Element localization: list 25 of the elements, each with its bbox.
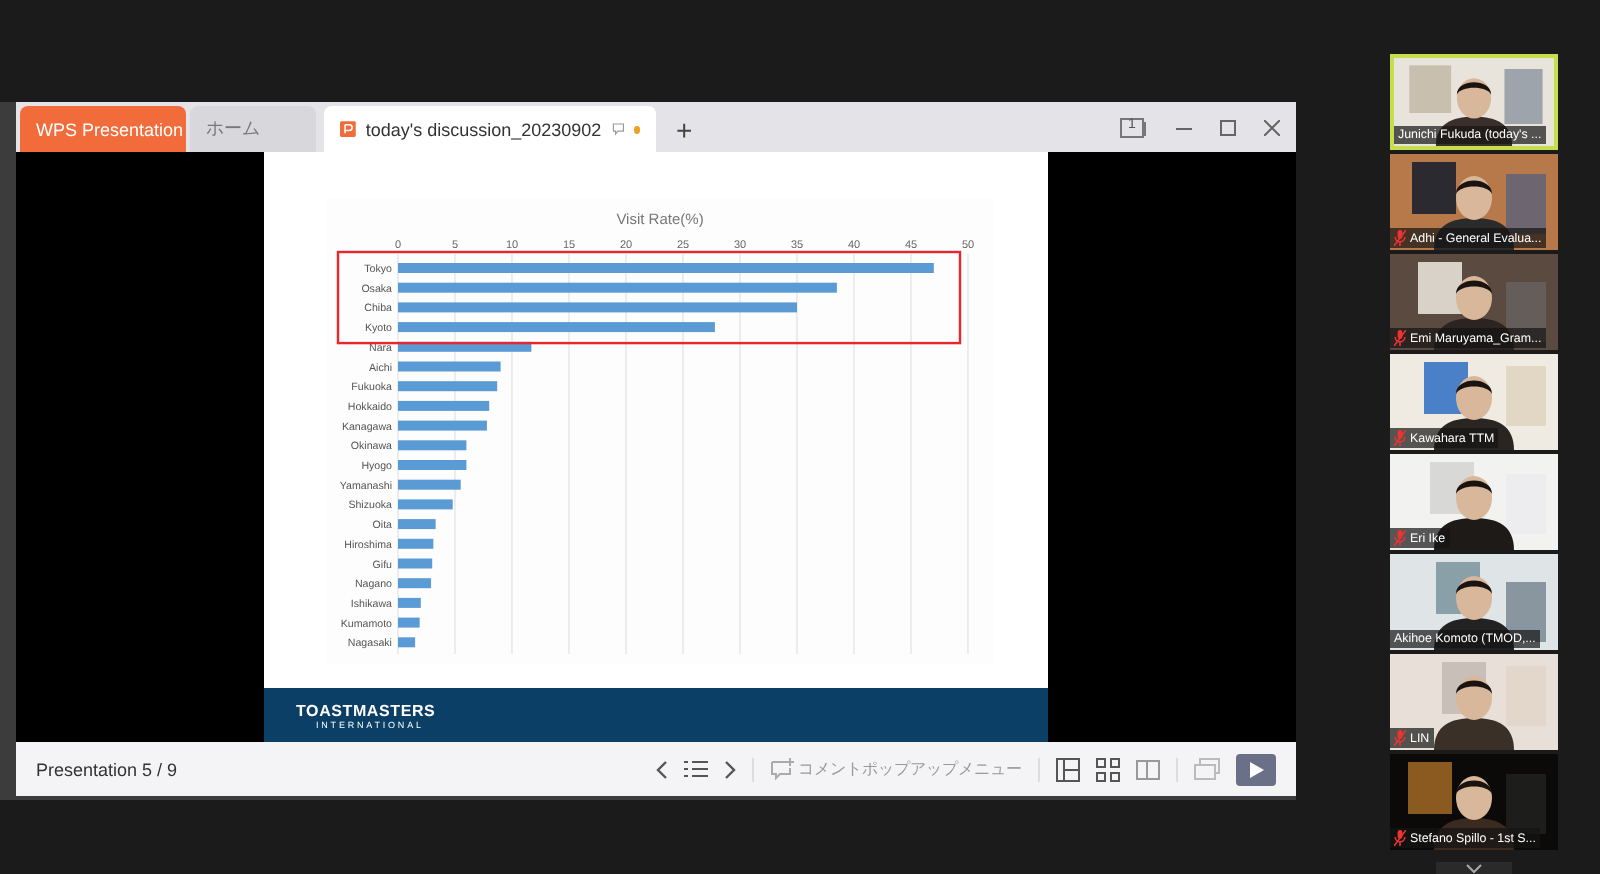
slide-file-icon	[340, 118, 356, 140]
previous-icon[interactable]	[656, 759, 668, 779]
scroll-down-button[interactable]	[1436, 862, 1512, 874]
maximize-icon[interactable]	[1220, 119, 1236, 135]
list-icon[interactable]	[684, 760, 708, 778]
close-icon[interactable]	[1264, 119, 1280, 135]
slide-counter: Presentation 5 / 9	[36, 759, 178, 779]
tab[interactable]: today's discussion_20230902	[324, 106, 656, 152]
muted-mic-icon	[1394, 430, 1406, 446]
next-icon[interactable]	[724, 759, 736, 779]
grid-view-icon[interactable]	[1096, 757, 1120, 781]
comment-icon[interactable]	[611, 120, 625, 138]
muted-mic-icon	[1394, 330, 1406, 346]
muted-mic-icon	[1394, 830, 1406, 846]
add-comment-icon	[770, 758, 794, 780]
logo-text: TOASTMASTERS	[296, 701, 436, 719]
muted-mic-icon	[1394, 730, 1406, 746]
play-icon	[1249, 761, 1263, 777]
muted-mic-icon	[1394, 230, 1406, 246]
chevron-down-icon	[1466, 863, 1482, 873]
normal-view-icon[interactable]	[1056, 757, 1080, 781]
book-icon[interactable]	[1136, 758, 1160, 780]
play-button[interactable]	[1236, 753, 1276, 785]
muted-mic-icon	[1394, 530, 1406, 546]
new-tab-button[interactable]: +	[676, 116, 693, 144]
